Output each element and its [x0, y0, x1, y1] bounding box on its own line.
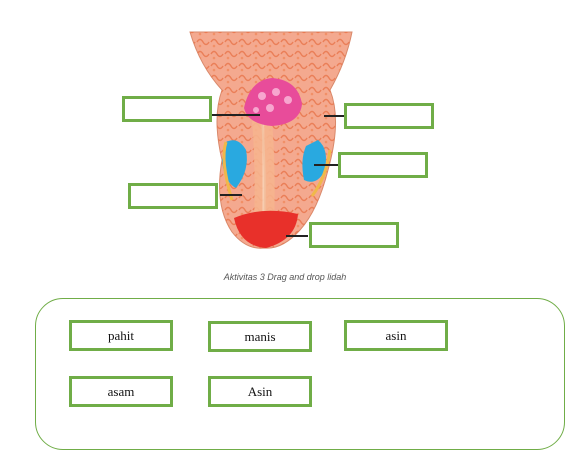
answer-chip-asam[interactable]: asam [69, 376, 173, 407]
drop-target-right-side[interactable] [338, 152, 428, 178]
drop-target-left-side[interactable] [128, 183, 218, 209]
drop-target-bitter[interactable] [122, 96, 212, 122]
answer-chip-asin-capital[interactable]: Asin [208, 376, 312, 407]
leader-line-4 [220, 194, 242, 196]
leader-line-5 [286, 235, 308, 237]
activity-caption: Aktivitas 3 Drag and drop lidah [223, 272, 347, 282]
drop-target-tip[interactable] [309, 222, 399, 248]
leader-line-3 [314, 164, 338, 166]
answer-chip-asin[interactable]: asin [344, 320, 448, 351]
leader-line-1 [212, 114, 260, 116]
drop-target-upper-right[interactable] [344, 103, 434, 129]
answer-chip-pahit[interactable]: pahit [69, 320, 173, 351]
leader-line-2 [324, 115, 344, 117]
tongue-illustration [189, 31, 353, 249]
activity-stage: Aktivitas 3 Drag and drop lidah pahit ma… [0, 0, 567, 462]
answer-chip-manis[interactable]: manis [208, 321, 312, 352]
